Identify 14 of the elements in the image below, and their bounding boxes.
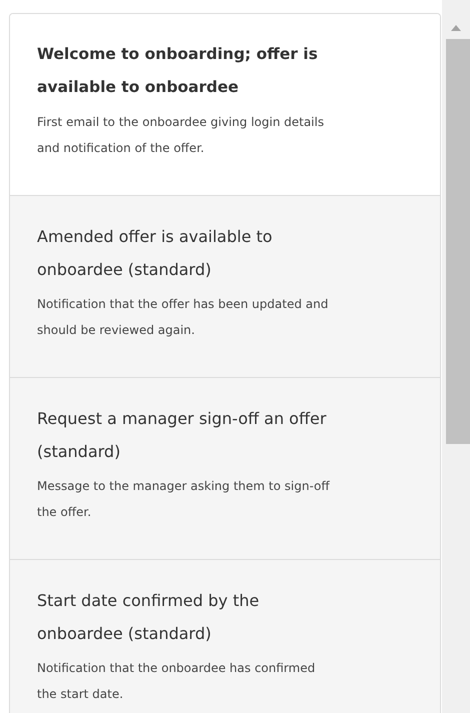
template-description: Message to the manager asking them to sign-off the offer.	[37, 478, 331, 521]
template-description: First email to the onboardee giving login details and notification of the offer.	[37, 114, 325, 157]
template-description: Notification that the onboardee has confirmed the start date.	[37, 660, 316, 703]
scroll-up-icon[interactable]	[451, 25, 461, 31]
template-item[interactable]: Request a manager sign-off an offer (standard) Message to the manager asking them to sign-off the offer.	[10, 377, 440, 559]
template-title: Welcome to onboarding; offer is available to onboardee	[37, 44, 319, 98]
scrollbar[interactable]	[442, 0, 470, 713]
template-title: Amended offer is available to onboardee (standard)	[37, 226, 274, 281]
template-description: Notification that the offer has been updated and should be reviewed again.	[37, 296, 330, 339]
template-title: Start date confirmed by the onboardee (standard)	[37, 590, 260, 645]
scrollbar-thumb[interactable]	[446, 39, 470, 444]
template-title: Request a manager sign-off an offer (standard)	[37, 408, 328, 463]
template-item[interactable]: Start date confirmed by the onboardee (standard) Notification that the onboardee has confirmed the start date.	[10, 559, 440, 713]
template-item[interactable]: Amended offer is available to onboardee (standard) Notification that the offer has been updated and should be reviewed again.	[10, 195, 440, 377]
